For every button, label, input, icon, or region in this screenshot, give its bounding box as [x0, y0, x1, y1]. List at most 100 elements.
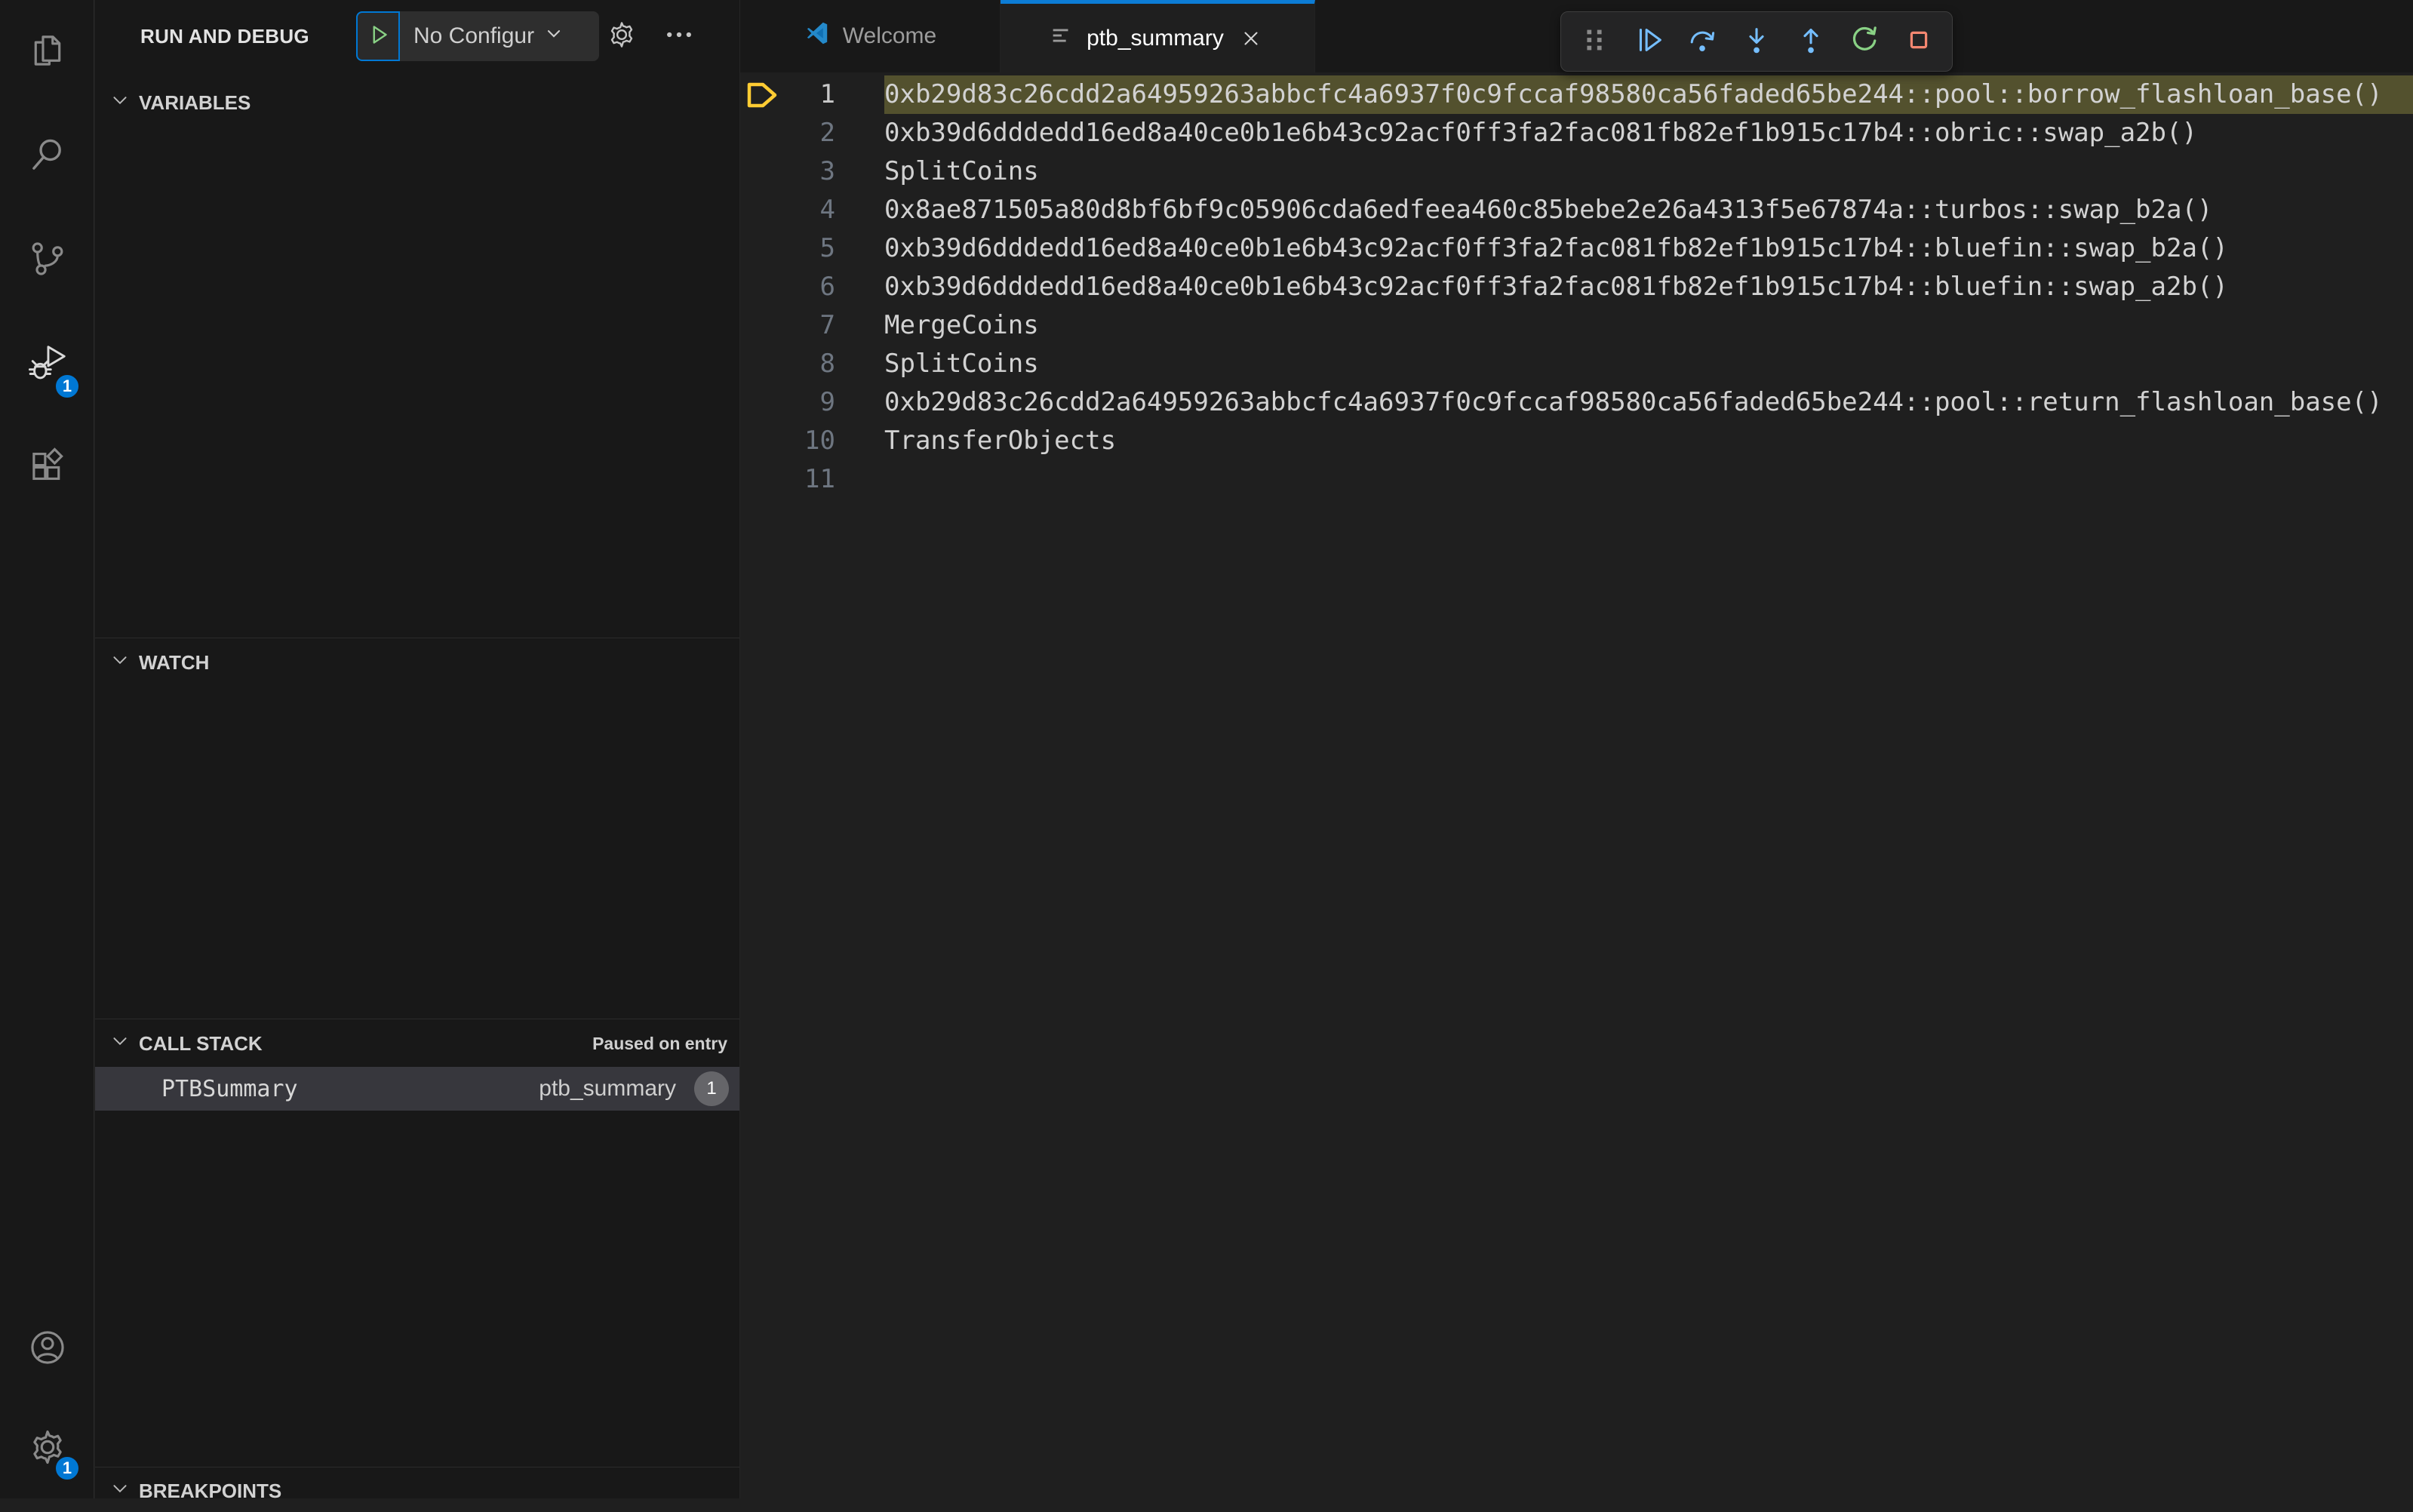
breakpoints-section-header[interactable]: BREAKPOINTS — [95, 1470, 739, 1512]
section-label: VARIABLES — [139, 91, 251, 115]
open-launch-json-button[interactable] — [599, 0, 644, 72]
gutter[interactable]: 5 — [740, 229, 884, 268]
step-into-button[interactable] — [1735, 19, 1778, 64]
section-label: CALL STACK — [139, 1032, 263, 1056]
sidebar-header: RUN AND DEBUG No Configur — [95, 0, 739, 72]
step-out-icon — [1794, 23, 1828, 61]
step-into-icon — [1739, 23, 1774, 61]
gutter[interactable]: 7 — [740, 306, 884, 345]
line-number: 11 — [804, 460, 835, 499]
start-debug-icon — [364, 21, 392, 52]
line-number: 10 — [804, 422, 835, 460]
call-stack-frame[interactable]: PTBSummary ptb_summary 1 — [95, 1067, 739, 1111]
toolbar-drag-handle[interactable] — [1573, 19, 1615, 64]
frame-source: ptb_summary — [539, 1076, 676, 1102]
debug-badge: 1 — [54, 373, 81, 400]
start-debugging-button[interactable] — [356, 11, 400, 61]
code-line[interactable]: 7 MergeCoins — [740, 306, 2413, 345]
extensions-icon — [26, 445, 69, 493]
line-number: 2 — [820, 114, 835, 152]
search-icon — [26, 133, 69, 180]
activity-item-explorer[interactable] — [0, 0, 94, 104]
account-icon — [26, 1326, 69, 1373]
list-icon — [1049, 23, 1074, 54]
code-line[interactable]: 11 — [740, 460, 2413, 499]
call-stack-section-header[interactable]: CALL STACK Paused on entry — [95, 1022, 739, 1065]
code-line[interactable]: 6 0xb39d6dddedd16ed8a40ce0b1e6b43c92acf0… — [740, 268, 2413, 306]
chevron-down-icon — [543, 23, 564, 50]
variables-section-header[interactable]: VARIABLES — [95, 81, 739, 124]
current-frame-pointer-icon — [745, 80, 781, 110]
activity-bar: 1 1 — [0, 0, 94, 1498]
code-editor[interactable]: 1 0xb29d83c26cdd2a64959263abbcfc4a6937f0… — [740, 72, 2413, 1498]
tab-welcome[interactable]: Welcome — [740, 0, 1001, 72]
run-and-debug-sidebar: RUN AND DEBUG No Configur VARIABLES WATC… — [95, 0, 740, 1498]
continue-button[interactable] — [1628, 19, 1670, 64]
code-text: SplitCoins — [884, 345, 2413, 383]
gear-icon — [605, 18, 638, 55]
line-number: 4 — [820, 191, 835, 229]
chevron-down-icon — [110, 1479, 130, 1504]
activity-item-run-and-debug[interactable]: 1 — [0, 312, 94, 416]
gripper-icon — [1577, 23, 1612, 61]
step-over-button[interactable] — [1681, 19, 1723, 64]
vscode-logo-icon — [804, 20, 831, 53]
tab-label: ptb_summary — [1087, 26, 1224, 51]
code-line[interactable]: 5 0xb39d6dddedd16ed8a40ce0b1e6b43c92acf0… — [740, 229, 2413, 268]
code-text — [884, 460, 2413, 499]
code-text: 0xb39d6dddedd16ed8a40ce0b1e6b43c92acf0ff… — [884, 229, 2413, 268]
debug-toolbar — [1560, 11, 1953, 72]
launch-group: No Configur — [356, 11, 599, 61]
code-text: 0xb39d6dddedd16ed8a40ce0b1e6b43c92acf0ff… — [884, 114, 2413, 152]
code-line[interactable]: 3 SplitCoins — [740, 152, 2413, 191]
chevron-down-icon — [110, 1031, 130, 1056]
code-line[interactable]: 10 TransferObjects — [740, 422, 2413, 460]
line-number: 3 — [820, 152, 835, 191]
code-text: 0xb39d6dddedd16ed8a40ce0b1e6b43c92acf0ff… — [884, 268, 2413, 306]
activity-item-settings[interactable]: 1 — [0, 1399, 94, 1498]
tab-ptb-summary[interactable]: ptb_summary — [1001, 0, 1315, 72]
chevron-down-icon — [110, 650, 130, 675]
activity-item-source-control[interactable] — [0, 208, 94, 312]
stop-button[interactable] — [1898, 19, 1940, 64]
gutter[interactable]: 9 — [740, 383, 884, 422]
source-control-icon — [26, 237, 69, 284]
ellipsis-icon — [662, 18, 696, 55]
frame-badge: 1 — [694, 1071, 729, 1106]
code-line[interactable]: 4 0x8ae871505a80d8bf6bf9c05906cda6edfeea… — [740, 191, 2413, 229]
activity-item-search[interactable] — [0, 104, 94, 208]
files-icon — [26, 29, 69, 76]
watch-section-header[interactable]: WATCH — [95, 641, 739, 684]
step-out-button[interactable] — [1790, 19, 1832, 64]
sidebar-title: RUN AND DEBUG — [140, 0, 309, 72]
tab-label: Welcome — [843, 23, 936, 49]
gutter[interactable]: 4 — [740, 191, 884, 229]
code-text: 0xb29d83c26cdd2a64959263abbcfc4a6937f0c9… — [884, 75, 2413, 114]
line-number: 6 — [820, 268, 835, 306]
gutter[interactable]: 1 — [740, 75, 884, 114]
line-number: 7 — [820, 306, 835, 345]
frame-name: PTBSummary — [161, 1076, 298, 1102]
code-line[interactable]: 8 SplitCoins — [740, 345, 2413, 383]
close-icon[interactable] — [1236, 23, 1266, 54]
gutter[interactable]: 11 — [740, 460, 884, 499]
code-line[interactable]: 1 0xb29d83c26cdd2a64959263abbcfc4a6937f0… — [740, 75, 2413, 114]
settings-badge: 1 — [54, 1455, 81, 1482]
activity-item-extensions[interactable] — [0, 416, 94, 521]
gutter[interactable]: 8 — [740, 345, 884, 383]
code-text: 0x8ae871505a80d8bf6bf9c05906cda6edfeea46… — [884, 191, 2413, 229]
views-and-more-actions-button[interactable] — [656, 0, 702, 72]
gutter[interactable]: 2 — [740, 114, 884, 152]
gutter[interactable]: 3 — [740, 152, 884, 191]
line-number: 5 — [820, 229, 835, 268]
debug-config-dropdown[interactable]: No Configur — [400, 11, 599, 61]
code-text: TransferObjects — [884, 422, 2413, 460]
activity-item-accounts[interactable] — [0, 1299, 94, 1399]
gutter[interactable]: 6 — [740, 268, 884, 306]
code-line[interactable]: 2 0xb39d6dddedd16ed8a40ce0b1e6b43c92acf0… — [740, 114, 2413, 152]
restart-button[interactable] — [1843, 19, 1886, 64]
gutter[interactable]: 10 — [740, 422, 884, 460]
restart-icon — [1847, 23, 1882, 61]
step-over-icon — [1685, 23, 1720, 61]
code-line[interactable]: 9 0xb29d83c26cdd2a64959263abbcfc4a6937f0… — [740, 383, 2413, 422]
